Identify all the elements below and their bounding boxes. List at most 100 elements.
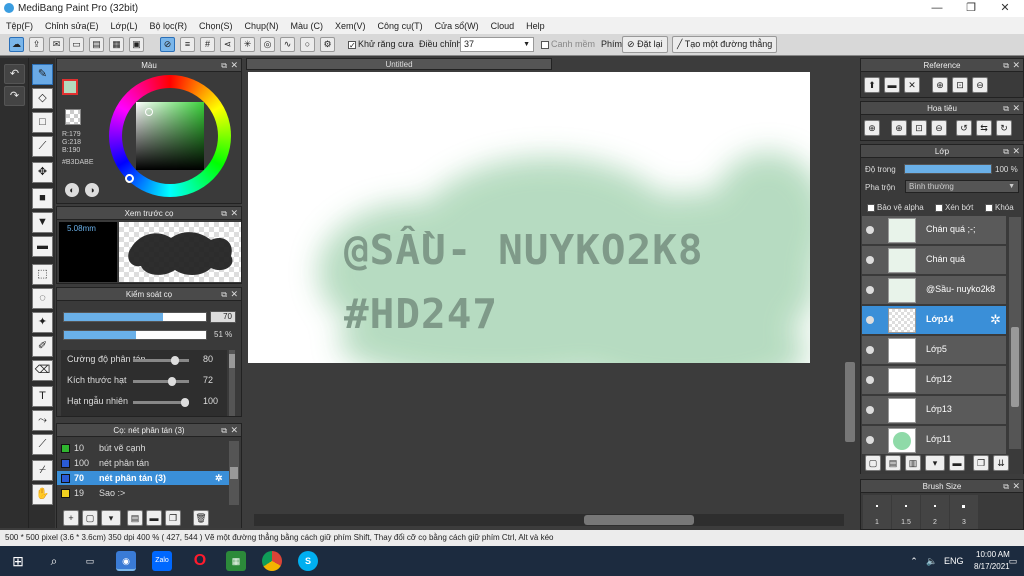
undock-icon[interactable]: ⧉	[1003, 480, 1009, 493]
menu-layer[interactable]: Lớp(L)	[105, 21, 144, 31]
brush-properties-icon[interactable]: ▤	[127, 510, 143, 526]
vertical-scrollbar[interactable]	[844, 70, 856, 510]
menu-window[interactable]: Cửa sổ(W)	[429, 21, 485, 31]
brush-list-item[interactable]: 10 bút vẽ cạnh	[57, 441, 229, 455]
close-icon[interactable]: ✕	[230, 59, 238, 72]
reference-zoom-out-icon[interactable]: ⊖	[972, 77, 988, 93]
maximize-button[interactable]: ❐	[954, 0, 988, 17]
close-icon[interactable]: ✕	[230, 207, 238, 220]
scroll-thumb[interactable]	[230, 467, 238, 479]
brush-size-item[interactable]: 2	[921, 495, 949, 529]
redo-icon[interactable]: ↷	[4, 86, 25, 106]
reference-zoom-in-icon[interactable]: ⊕	[932, 77, 948, 93]
menu-cloud[interactable]: Cloud	[485, 21, 521, 31]
scroll-thumb[interactable]	[845, 362, 855, 442]
undock-icon[interactable]: ⧉	[1003, 102, 1009, 115]
close-icon[interactable]: ✕	[1012, 59, 1020, 72]
folder-icon[interactable]: ▬	[146, 510, 162, 526]
zoom-in-icon[interactable]: ⊕	[864, 120, 880, 136]
perspective-icon[interactable]: ⋖	[220, 37, 235, 52]
horizontal-scrollbar[interactable]	[254, 514, 844, 526]
menu-select[interactable]: Chọn(S)	[193, 21, 239, 31]
zoom-out-icon[interactable]: ⊖	[931, 120, 947, 136]
menu-help[interactable]: Help	[520, 21, 551, 31]
forbid-ruler-icon[interactable]: ⊘	[160, 37, 175, 52]
eye-icon[interactable]	[866, 226, 874, 234]
param-random-slider[interactable]	[133, 398, 189, 407]
reference-fit-icon[interactable]: ⊡	[952, 77, 968, 93]
search-icon[interactable]: ⌕	[44, 551, 64, 571]
eye-icon[interactable]	[866, 256, 874, 264]
close-icon[interactable]: ✕	[230, 424, 238, 437]
lock-option[interactable]: Khóa	[985, 203, 1014, 212]
scroll-thumb[interactable]	[229, 354, 235, 368]
lock-checkbox[interactable]	[985, 203, 993, 212]
brush-list-item[interactable]: 70 nét phân tán (3) ✲	[57, 471, 229, 485]
layer-item[interactable]: Chán quá ;-;	[862, 216, 1006, 245]
parallel-ruler-icon[interactable]: ≡	[180, 37, 195, 52]
undock-icon[interactable]: ⧉	[221, 59, 227, 72]
canvas-tab[interactable]: Untitled	[246, 58, 552, 70]
close-icon[interactable]: ✕	[1012, 145, 1020, 158]
param-particle-slider[interactable]	[133, 377, 189, 386]
close-icon[interactable]: ✕	[1012, 480, 1020, 493]
comment-icon[interactable]: ▭	[69, 37, 84, 52]
param-particle-handle[interactable]	[167, 377, 176, 386]
clipping-checkbox[interactable]	[935, 203, 943, 212]
layer-item[interactable]: Lớp11	[862, 426, 1006, 455]
line-tool-icon[interactable]: ⟋	[32, 136, 53, 157]
undock-icon[interactable]: ⧉	[1003, 59, 1009, 72]
select-eraser-icon[interactable]: ⌫	[32, 360, 53, 381]
text-tool-icon[interactable]: T	[32, 386, 53, 407]
straight-line-button[interactable]: ╱ Tạo một đường thẳng	[672, 36, 778, 53]
duplicate-layer-icon[interactable]: ❐	[973, 455, 989, 471]
palette-settings-icon[interactable]: ◑	[85, 183, 99, 197]
eyedropper-icon[interactable]: ⌿	[32, 460, 53, 481]
chevron-up-icon[interactable]: ⌃	[904, 551, 924, 571]
volume-icon[interactable]: 🔈	[922, 551, 942, 571]
grid-icon[interactable]: ▦	[109, 37, 124, 52]
menu-view[interactable]: Xem(V)	[329, 21, 372, 31]
task-view-icon[interactable]: ▭	[80, 551, 100, 571]
transparent-color-swatch[interactable]	[65, 109, 81, 125]
smooth-option[interactable]: Canh mềm	[541, 39, 595, 49]
antialias-option[interactable]: Khử răng cưa	[348, 39, 414, 49]
protect-alpha-checkbox[interactable]	[867, 203, 875, 212]
fit-icon[interactable]: ⊡	[911, 120, 927, 136]
language-indicator[interactable]: ENG	[944, 556, 964, 566]
operation-tool-icon[interactable]: ⤳	[32, 410, 53, 431]
eye-icon[interactable]	[866, 346, 874, 354]
concentric-icon[interactable]: ◎	[260, 37, 275, 52]
skype-icon[interactable]: S	[298, 551, 318, 571]
folder-icon[interactable]: ▬	[949, 455, 965, 471]
reset-button[interactable]: ⊘ Đặt lại	[622, 36, 668, 53]
panel-icon[interactable]: ▣	[129, 37, 144, 52]
radial-icon[interactable]: ✳	[240, 37, 255, 52]
cloud-icon[interactable]: ☁	[9, 37, 24, 52]
gear-icon[interactable]: ✲	[990, 312, 1001, 328]
rectangle-tool-icon[interactable]: □	[32, 112, 53, 133]
close-icon[interactable]: ✕	[1012, 102, 1020, 115]
windows-start-icon[interactable]: ⊞	[8, 551, 28, 571]
add-halftone-layer-icon[interactable]: ▤	[885, 455, 901, 471]
layer-list-scrollbar[interactable]	[1009, 217, 1021, 449]
undock-icon[interactable]: ⧉	[221, 424, 227, 437]
game-icon[interactable]: ▦	[226, 551, 246, 571]
menu-filter[interactable]: Bộ lọc(R)	[143, 21, 193, 31]
brush-list-scrollbar[interactable]	[229, 441, 239, 505]
chat-icon[interactable]: ✉	[49, 37, 64, 52]
rotate-right-icon[interactable]: ↻	[996, 120, 1012, 136]
curve-icon[interactable]: ∿	[280, 37, 295, 52]
param-random-handle[interactable]	[181, 398, 189, 407]
layer-item[interactable]: Chán quá	[862, 246, 1006, 275]
settings-icon[interactable]: ⚙	[320, 37, 335, 52]
hand-tool-icon[interactable]: ✋	[32, 484, 53, 505]
rotate-left-icon[interactable]: ↺	[956, 120, 972, 136]
menu-snap[interactable]: Chụp(N)	[239, 21, 285, 31]
fill-rect-tool-icon[interactable]: ■	[32, 188, 53, 209]
divide-tool-icon[interactable]: ⟋	[32, 434, 53, 455]
close-icon[interactable]: ✕	[230, 288, 238, 301]
smooth-checkbox[interactable]	[541, 40, 549, 49]
undo-icon[interactable]: ↶	[4, 64, 25, 84]
select-pen-icon[interactable]: ✐	[32, 336, 53, 357]
